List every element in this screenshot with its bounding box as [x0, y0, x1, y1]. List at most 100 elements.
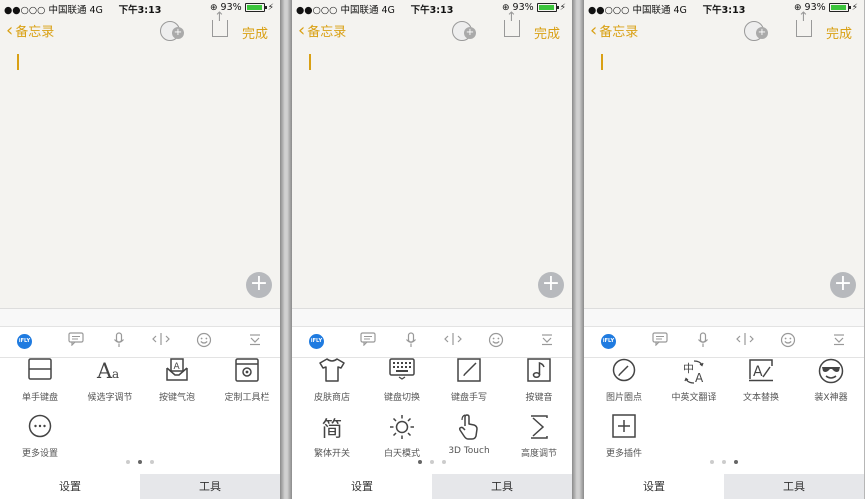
chevron-left-icon: ‹ [590, 19, 598, 41]
emoji-icon[interactable] [778, 332, 798, 352]
tab-tools[interactable]: 工具 [432, 474, 572, 499]
hide-keyboard-icon[interactable] [829, 332, 849, 352]
feature-item[interactable]: A 文本替换 [726, 358, 796, 403]
feature-item[interactable]: 键盘手写 [434, 358, 504, 403]
feature-item[interactable]: 简 繁体开关 [297, 414, 367, 459]
feature-item[interactable]: 键盘切换 [367, 358, 437, 403]
hide-keyboard-icon[interactable] [245, 332, 265, 352]
plus-icon: + [172, 27, 184, 39]
feature-item[interactable]: 皮肤商店 [297, 358, 367, 403]
feature-item[interactable]: Aa 候选字调节 [75, 358, 145, 403]
battery-fill [246, 5, 262, 10]
charging-icon: ⚡ [559, 2, 566, 13]
3d-touch-icon [454, 414, 484, 444]
glyph-text: 简 [321, 417, 343, 441]
feature-label: 按键音 [525, 393, 553, 403]
status-bar: ●●○○○ 中国联通 4G 下午3:13 ⊕ 93% ⚡ [0, 0, 280, 16]
microphone-icon[interactable] [109, 332, 129, 352]
feature-grid: 皮肤商店 键盘切换 键盘手写 按键音简 繁体开关 白天模式 3D Touch 高… [292, 358, 572, 463]
add-people-button[interactable]: + [158, 19, 186, 41]
cursor-move-icon[interactable] [735, 332, 755, 352]
charging-icon: ⚡ [851, 2, 858, 13]
ifly-logo-icon[interactable]: iFLY [601, 334, 616, 349]
feature-item[interactable]: 图片圈点 [589, 358, 659, 403]
microphone-icon[interactable] [693, 332, 713, 352]
share-icon[interactable] [504, 10, 520, 37]
hide-keyboard-icon[interactable] [537, 332, 557, 352]
feature-grid: 图片圈点中 A 中英文翻译 A 文本替换 装X神器 更多插件 [584, 358, 864, 463]
text-replace-icon: A [746, 358, 776, 388]
keyboard-switch-icon [387, 358, 417, 388]
emoji-icon[interactable] [194, 332, 214, 352]
keyboard-tabs: 设置 工具 [584, 474, 864, 499]
tab-tools[interactable]: 工具 [724, 474, 864, 499]
feature-item[interactable]: 按键音 [504, 358, 572, 403]
feature-item[interactable]: 定制工具栏 [212, 358, 280, 403]
nav-bar: ‹ 备忘录 + 完成 [0, 10, 280, 48]
feature-item[interactable]: 更多设置 [5, 414, 75, 459]
add-people-button[interactable]: + [450, 19, 478, 41]
chevron-left-icon: ‹ [6, 19, 14, 41]
done-button[interactable]: 完成 [242, 23, 268, 42]
add-attachment-button[interactable]: + [246, 272, 272, 298]
emoji-icon[interactable] [486, 332, 506, 352]
feature-label: 高度调节 [520, 449, 557, 459]
comment-icon[interactable] [66, 332, 86, 352]
share-icon[interactable] [796, 10, 812, 37]
share-icon[interactable] [212, 10, 228, 37]
comment-icon[interactable] [650, 332, 670, 352]
tab-settings[interactable]: 设置 [292, 474, 432, 499]
feature-item[interactable]: 更多插件 [589, 414, 659, 459]
feature-label: 装X神器 [814, 393, 848, 403]
done-button[interactable]: 完成 [826, 23, 852, 42]
feature-label: 繁体开关 [313, 449, 350, 459]
translate-icon: 中A [679, 358, 709, 388]
keyboard-tabs: 设置 工具 [292, 474, 572, 499]
back-button[interactable]: ‹ 备忘录 [298, 21, 346, 40]
ifly-logo-icon[interactable]: iFLY [17, 334, 32, 349]
add-people-button[interactable]: + [742, 19, 770, 41]
ifly-logo-icon[interactable]: iFLY [309, 334, 324, 349]
add-attachment-button[interactable]: + [830, 272, 856, 298]
key-sound-icon [524, 358, 554, 388]
svg-text:A: A [174, 362, 181, 372]
more-settings-icon [25, 414, 55, 444]
custom-toolbar-icon [232, 358, 262, 388]
feature-grid: 单手键盘 Aa 候选字调节 A 按键气泡 定制工具栏 更多设置 [0, 358, 280, 463]
add-attachment-button[interactable]: + [538, 272, 564, 298]
feature-label: 键盘切换 [383, 393, 420, 403]
back-button[interactable]: ‹ 备忘录 [590, 21, 638, 40]
tab-settings[interactable]: 设置 [0, 474, 140, 499]
feature-label: 键盘手写 [450, 393, 487, 403]
tab-settings[interactable]: 设置 [584, 474, 724, 499]
tab-tools[interactable]: 工具 [140, 474, 280, 499]
back-button[interactable]: ‹ 备忘录 [6, 21, 54, 40]
feature-item[interactable]: 高度调节 [504, 414, 572, 459]
nav-bar: ‹ 备忘录 + 完成 [584, 10, 864, 48]
plus-icon: + [756, 27, 768, 39]
back-label: 备忘录 [15, 25, 55, 40]
traditional-chinese-icon: 简 [317, 414, 347, 444]
svg-text:A: A [753, 364, 763, 380]
screen-divider [572, 0, 584, 499]
feature-item[interactable]: A 按键气泡 [142, 358, 212, 403]
cursor-move-icon[interactable] [151, 332, 171, 352]
feature-label: 按键气泡 [158, 393, 195, 403]
feature-item[interactable]: 3D Touch [434, 414, 504, 456]
done-button[interactable]: 完成 [534, 23, 560, 42]
feature-item[interactable]: 单手键盘 [5, 358, 75, 403]
chinese-glyph: 中 [683, 362, 694, 375]
battery-icon [828, 3, 851, 12]
microphone-icon[interactable] [401, 332, 421, 352]
page-indicator [584, 460, 864, 464]
feature-item[interactable]: 中A 中英文翻译 [659, 358, 729, 403]
feature-item[interactable]: 装X神器 [796, 358, 864, 403]
feature-item[interactable]: 白天模式 [367, 414, 437, 459]
charging-icon: ⚡ [267, 2, 274, 13]
cursor-move-icon[interactable] [443, 332, 463, 352]
comment-icon[interactable] [358, 332, 378, 352]
back-label: 备忘录 [307, 25, 347, 40]
page-dot [126, 460, 130, 464]
plus-icon: + [464, 27, 476, 39]
phone-screen-2: ●●○○○ 中国联通 4G 下午3:13 ⊕ 93% ⚡ ‹ 备忘录 + 完成 … [292, 0, 572, 499]
